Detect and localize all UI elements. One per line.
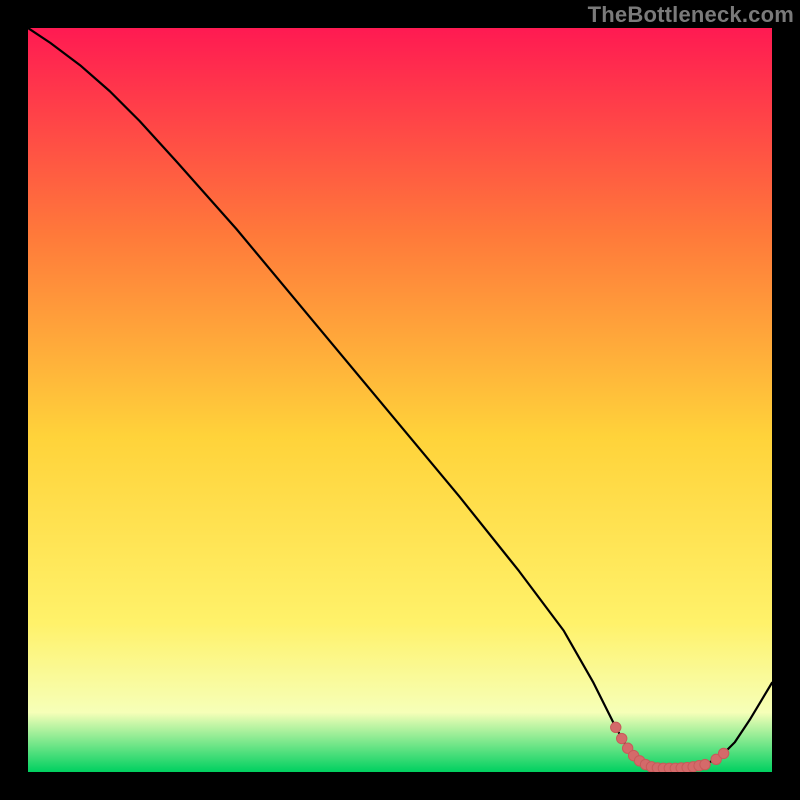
chart-svg bbox=[28, 28, 772, 772]
chart-plot bbox=[28, 28, 772, 772]
gradient-background bbox=[28, 28, 772, 772]
marker-dot bbox=[718, 748, 728, 758]
chart-frame: TheBottleneck.com bbox=[0, 0, 800, 800]
marker-dot bbox=[611, 722, 621, 732]
marker-dot bbox=[700, 759, 710, 769]
marker-dot bbox=[617, 733, 627, 743]
watermark-label: TheBottleneck.com bbox=[588, 2, 794, 28]
